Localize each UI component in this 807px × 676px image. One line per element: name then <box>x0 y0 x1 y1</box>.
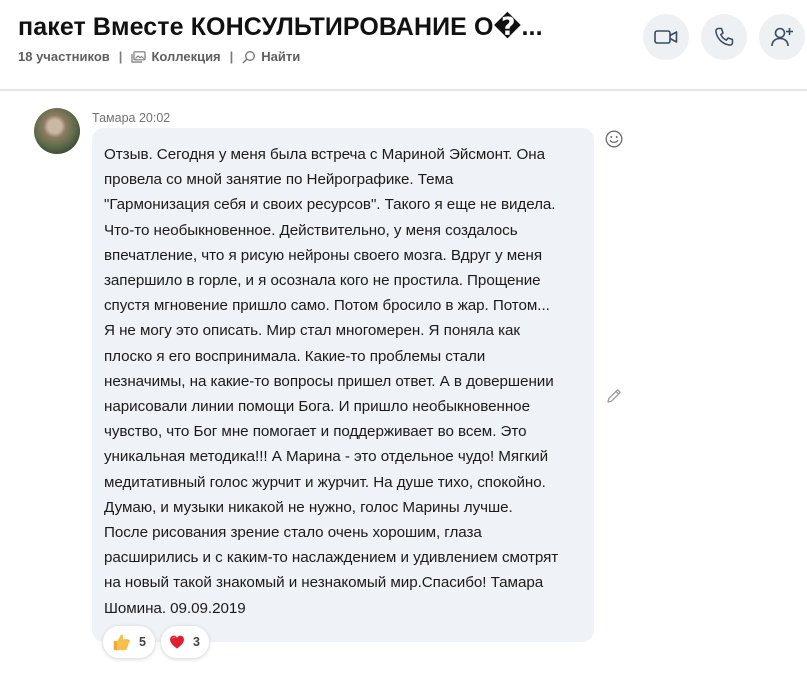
meta-separator: | <box>118 49 123 64</box>
message-line: впечатление, что я рисую нейроны своего … <box>104 246 543 264</box>
heart-icon <box>170 635 184 649</box>
pencil-icon <box>607 389 621 403</box>
video-call-button[interactable] <box>643 14 689 60</box>
message-line: Что-то необыкновенное. Действительно, у … <box>104 221 518 239</box>
message-line: "Гармонизация себя и своих ресурсов". Та… <box>104 196 556 214</box>
message-bubble[interactable]: Отзыв. Сегодня у меня была встреча с Мар… <box>92 128 594 642</box>
message-line: После рисования зрение стало очень хорош… <box>104 524 482 542</box>
find-link[interactable]: Найти <box>242 49 300 64</box>
reaction-heart[interactable]: 3 <box>160 625 210 659</box>
message-line: чувство, что Бог мне помогает и поддержи… <box>104 423 527 441</box>
message-line: на новый такой знакомый и незнакомый мир… <box>104 574 544 592</box>
thumbs-up-icon <box>113 634 130 651</box>
sender-name-time: Тамара 20:02 <box>92 111 171 125</box>
conversation-meta: 18 участников | Коллекция | Найти <box>18 49 300 64</box>
message-line: провела со мной занятие по Нейрографике.… <box>104 171 454 189</box>
audio-call-button[interactable] <box>701 14 747 60</box>
add-participant-button[interactable] <box>759 14 805 60</box>
add-person-icon <box>771 27 793 47</box>
reaction-count: 3 <box>193 635 200 649</box>
message-text: Отзыв. Сегодня у меня была встреча с Мар… <box>104 142 584 621</box>
message-line: Шомина. 09.09.2019 <box>104 599 246 617</box>
message-line: расширились и с каким-то наслаждением и … <box>104 549 559 567</box>
conversation-title[interactable]: пакет Вместе КОНСУЛЬТИРОВАНИЕ О�... <box>18 12 543 42</box>
header-divider <box>0 89 807 91</box>
add-reaction-button[interactable] <box>604 129 624 149</box>
search-icon <box>242 50 256 64</box>
smiley-icon <box>605 130 623 148</box>
message-line: спустя мгновение пришло само. Потом брос… <box>104 297 550 315</box>
collection-label: Коллекция <box>151 49 221 64</box>
message-line: запершило в горле, и я осознала кого не … <box>104 272 541 290</box>
collection-link[interactable]: Коллекция <box>131 49 221 64</box>
chat-header: пакет Вместе КОНСУЛЬТИРОВАНИЕ О�... 18 у… <box>0 0 807 90</box>
message-line: нарисовали линии помощи Бога. И пришло н… <box>104 398 530 416</box>
sender-avatar[interactable] <box>34 108 80 154</box>
video-camera-icon <box>654 30 678 44</box>
message-line: Я не могу это описать. Мир стал многомер… <box>104 322 521 340</box>
participants-count: 18 участников <box>18 49 110 64</box>
find-label: Найти <box>261 49 301 64</box>
message-line: незначимы, на какие-то вопросы пришел от… <box>104 372 554 390</box>
message-line: медитативный голос журчит и журчит. На д… <box>104 473 546 491</box>
reaction-like[interactable]: 5 <box>102 625 156 659</box>
meta-separator: | <box>229 49 234 64</box>
phone-icon <box>715 27 734 46</box>
message-line: Думаю, и музыки никакой не нужно, голос … <box>104 498 513 516</box>
message-line: плоско я его воспринимала. Какие-то проб… <box>104 347 486 365</box>
reaction-count: 5 <box>139 635 146 649</box>
gallery-icon <box>131 50 147 63</box>
message-line: Отзыв. Сегодня у меня была встреча с Мар… <box>104 146 545 163</box>
message-line: уникальная методика!!! А Марина - это от… <box>104 448 549 466</box>
edit-message-button[interactable] <box>604 386 624 406</box>
participants-link[interactable]: 18 участников <box>18 49 110 64</box>
